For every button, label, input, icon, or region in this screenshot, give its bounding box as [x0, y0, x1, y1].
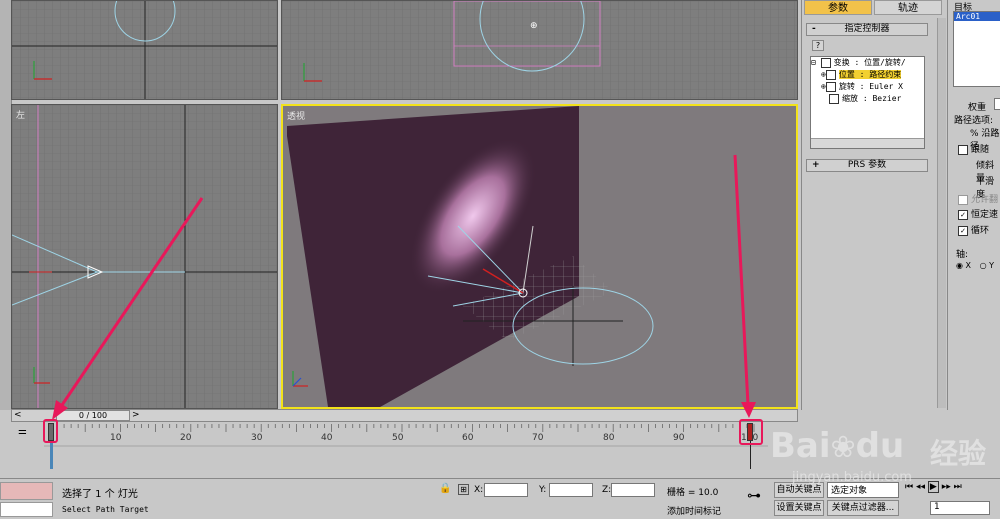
axis-y-radio[interactable]: ○ — [980, 261, 990, 270]
baidu-experience: 经验 — [930, 437, 987, 470]
x-coord-field[interactable] — [484, 483, 528, 497]
tree-node-icon — [825, 81, 836, 92]
abs-mode-icon[interactable]: ⊞ — [458, 484, 469, 495]
tick-label: 20 — [180, 433, 192, 443]
time-cursor-line — [50, 441, 53, 469]
baidu-url: jingyan.baidu.com — [792, 470, 912, 485]
z-coord-field[interactable] — [611, 483, 655, 497]
z-label: Z: — [602, 485, 612, 495]
track-bar-ruler — [44, 424, 768, 447]
viewport-left-label[interactable]: 左 — [16, 108, 25, 121]
tick-label: 60 — [462, 433, 474, 443]
allow-flip-checkbox[interactable]: 允许翻 — [958, 192, 998, 205]
tab-params[interactable]: 参数 — [804, 0, 872, 15]
weight-field[interactable] — [994, 98, 1000, 110]
end-cursor-line — [750, 441, 751, 469]
rollout-assign-controller[interactable]: - 指定控制器 — [806, 23, 928, 36]
paw-icon: ❀ — [830, 430, 856, 465]
loop-checkbox[interactable]: ✓ 循环 — [958, 223, 989, 236]
key-filters-button[interactable]: 关键点过滤器... — [827, 500, 899, 516]
tree-row-transform[interactable]: ⊟ 变换 : 位置/旋转/ — [811, 57, 924, 69]
maxscript-listener-red[interactable] — [0, 482, 53, 500]
allow-flip-check[interactable] — [958, 194, 968, 205]
target-item[interactable]: Arc01 — [954, 12, 1000, 21]
viewport-front-grid: ⊕ — [282, 1, 797, 99]
lock-icon[interactable]: 🔒 — [439, 483, 451, 494]
panel-scrollbar[interactable] — [937, 18, 946, 408]
tab-trajectory[interactable]: 轨迹 — [874, 0, 942, 15]
tick-label: 70 — [532, 433, 544, 443]
set-key-button[interactable]: 设置关键点 — [774, 500, 824, 516]
tick-label: 40 — [321, 433, 333, 443]
key-icon[interactable]: ⊶ — [747, 488, 761, 504]
highlight-box-start — [43, 419, 58, 443]
tree-row-position[interactable]: ⊕ 位置 : 路径约束 — [811, 69, 924, 81]
axis-x-radio[interactable]: ◉ — [956, 261, 966, 270]
tree-row-rotation[interactable]: ⊕ 旋转 : Euler X — [811, 81, 924, 93]
viewport-left[interactable]: 左 — [11, 104, 278, 409]
tree-node-icon — [829, 93, 839, 104]
tree-node-icon — [820, 57, 831, 68]
viewport-top-grid — [12, 1, 277, 99]
baidu-logo: Bai❀du — [770, 426, 905, 466]
help-button[interactable]: ? — [812, 40, 824, 51]
track-bar-icon[interactable]: ⚌ — [18, 426, 36, 438]
path-constraint-panel: 目标 Arc01 权重 路径选项: % 沿路径 跟随 倾斜量 平滑度 允许翻 ✓… — [947, 0, 1000, 410]
maxscript-listener-white[interactable] — [0, 502, 53, 517]
time-slider-prev-icon[interactable]: < — [14, 410, 22, 420]
rollout-prs-title: PRS 参数 — [847, 160, 887, 170]
baidu-watermark: Bai❀du 经验 jingyan.baidu.com — [770, 418, 1000, 498]
axis-label: 轴: — [956, 250, 969, 260]
tick-label: 90 — [673, 433, 685, 443]
svg-text:⊕: ⊕ — [530, 21, 538, 31]
viewport-perspective[interactable]: 透视 — [281, 104, 798, 409]
selection-status: 选择了 1 个 灯光 — [62, 489, 138, 500]
tree-expand-icon: ⊟ — [811, 58, 821, 67]
follow-checkbox[interactable]: 跟随 — [958, 142, 989, 155]
y-label: Y: — [539, 485, 547, 495]
viewport-left-grid — [12, 105, 277, 408]
const-velocity-checkbox[interactable]: ✓ 恒定速 — [958, 207, 998, 220]
tree-scrollbar[interactable] — [811, 138, 924, 148]
tree-node-icon — [825, 69, 836, 80]
viewport-perspective-scene — [287, 106, 654, 407]
viewport-front[interactable]: ⊕ — [281, 0, 798, 100]
rollout-assign-title: 指定控制器 — [844, 24, 890, 34]
loop-check[interactable]: ✓ — [958, 225, 968, 236]
time-slider[interactable]: < 0 / 100 > — [11, 409, 798, 422]
viewport-top[interactable] — [11, 0, 278, 100]
tick-label: 80 — [603, 433, 615, 443]
add-time-tag-button[interactable]: 添加时间标记 — [667, 504, 721, 517]
tick-label: 10 — [110, 433, 122, 443]
viewport-perspective-label[interactable]: 透视 — [287, 109, 305, 122]
path-options-label: 路径选项: — [954, 116, 994, 126]
axis-radio-group[interactable]: ◉ X ○ Y — [956, 261, 994, 270]
current-frame-field[interactable]: 1 — [930, 501, 990, 515]
time-slider-next-icon[interactable]: > — [132, 410, 140, 420]
y-coord-field[interactable] — [549, 483, 593, 497]
expand-icon: + — [812, 160, 820, 170]
x-label: X: — [474, 485, 484, 495]
track-bar[interactable] — [44, 422, 768, 472]
grid-spacing: 栅格 = 10.0 — [667, 488, 719, 498]
tick-label: 50 — [392, 433, 404, 443]
highlight-box-end — [739, 419, 763, 445]
const-velocity-check[interactable]: ✓ — [958, 209, 968, 220]
weight-label: 权重 — [968, 103, 987, 113]
collapse-icon: - — [812, 24, 816, 34]
follow-check[interactable] — [958, 144, 968, 155]
command-panel: 参数 轨迹 - 指定控制器 ? ⊟ 变换 : 位置/旋转/ ⊕ 位置 : 路径约束… — [801, 0, 948, 410]
prompt-line: Select Path Target — [62, 505, 149, 514]
tree-row-scale[interactable]: 缩放 : Bezier — [811, 93, 924, 105]
target-list[interactable]: Arc01 — [953, 11, 1000, 87]
rollout-prs[interactable]: + PRS 参数 — [806, 159, 928, 172]
controller-tree[interactable]: ⊟ 变换 : 位置/旋转/ ⊕ 位置 : 路径约束 ⊕ 旋转 : Euler X 缩… — [810, 56, 925, 149]
tick-label: 30 — [251, 433, 263, 443]
time-slider-thumb[interactable]: 0 / 100 — [56, 410, 130, 421]
